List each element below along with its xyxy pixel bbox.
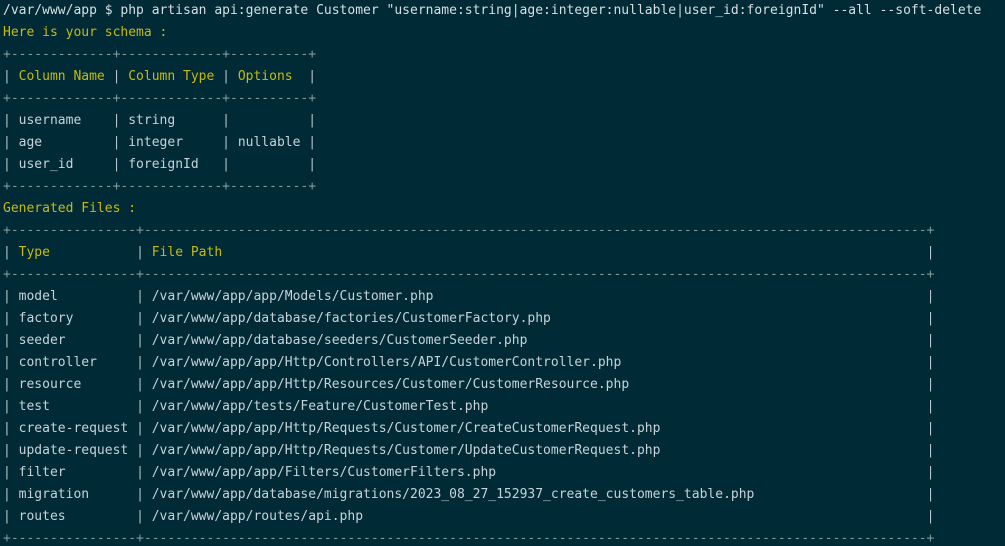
table-row: | user_id | foreignId | | <box>3 157 317 172</box>
table-cell: foreignId <box>128 157 223 172</box>
table-border: +-------------+-------------+----------+ <box>3 179 317 194</box>
table-header-cell: Column Type <box>128 69 223 84</box>
table-cell: username <box>18 113 113 128</box>
table-cell: /var/www/app/app/Http/Requests/Customer/… <box>151 421 927 436</box>
table-cell: user_id <box>18 157 113 172</box>
files-table: +----------------+----------------------… <box>3 220 1005 546</box>
table-header-cell: Type <box>18 245 137 260</box>
table-row: | routes | /var/www/app/routes/api.php | <box>3 509 935 524</box>
table-border: +----------------+----------------------… <box>3 267 935 282</box>
table-row: | create-request | /var/www/app/app/Http… <box>3 421 935 436</box>
schema-heading: Here is your schema : <box>3 25 168 40</box>
table-cell: factory <box>18 311 137 326</box>
table-cell: update-request <box>18 443 137 458</box>
table-row: | update-request | /var/www/app/app/Http… <box>3 443 935 458</box>
table-header-row: | Column Name | Column Type | Options | <box>3 69 317 84</box>
table-header-cell: Options <box>237 69 309 84</box>
table-cell: filter <box>18 465 137 480</box>
table-row: | controller | /var/www/app/app/Http/Con… <box>3 355 935 370</box>
table-border: +----------------+----------------------… <box>3 531 935 546</box>
table-cell: model <box>18 289 137 304</box>
table-header-cell: Column Name <box>18 69 113 84</box>
table-cell: /var/www/app/app/Models/Customer.php <box>151 289 927 304</box>
table-row: | seeder | /var/www/app/database/seeders… <box>3 333 935 348</box>
command-line: /var/www/app $ php artisan api:generate … <box>3 3 982 18</box>
table-row: | resource | /var/www/app/app/Http/Resou… <box>3 377 935 392</box>
table-cell: routes <box>18 509 137 524</box>
table-cell: create-request <box>18 421 137 436</box>
table-cell: integer <box>128 135 223 150</box>
table-row: | migration | /var/www/app/database/migr… <box>3 487 935 502</box>
table-cell: /var/www/app/app/Filters/CustomerFilters… <box>151 465 927 480</box>
table-header-row: | Type | File Path | <box>3 245 935 260</box>
table-cell: /var/www/app/app/Http/Resources/Customer… <box>151 377 927 392</box>
files-heading: Generated Files : <box>3 201 137 216</box>
table-border: +----------------+----------------------… <box>3 223 935 238</box>
table-cell: seeder <box>18 333 137 348</box>
table-cell: age <box>18 135 113 150</box>
table-cell: string <box>128 113 223 128</box>
table-cell: nullable <box>237 135 309 150</box>
table-cell: /var/www/app/database/seeders/CustomerSe… <box>151 333 927 348</box>
table-cell: /var/www/app/database/factories/Customer… <box>151 311 927 326</box>
table-cell: /var/www/app/app/Http/Controllers/API/Cu… <box>151 355 927 370</box>
terminal-window[interactable]: /var/www/app $ php artisan api:generate … <box>0 0 1005 546</box>
table-cell: /var/www/app/database/migrations/2023_08… <box>151 487 927 502</box>
table-cell <box>238 113 308 128</box>
table-row: | age | integer | nullable | <box>3 135 317 150</box>
table-border: +-------------+-------------+----------+ <box>3 91 317 106</box>
table-cell <box>238 157 308 172</box>
table-border: +-------------+-------------+----------+ <box>3 47 317 62</box>
table-row: | test | /var/www/app/tests/Feature/Cust… <box>3 399 935 414</box>
table-cell: test <box>18 399 137 414</box>
table-cell: /var/www/app/routes/api.php <box>151 509 927 524</box>
table-cell: resource <box>18 377 137 392</box>
table-row: | filter | /var/www/app/app/Filters/Cust… <box>3 465 935 480</box>
table-row: | factory | /var/www/app/database/factor… <box>3 311 935 326</box>
table-header-cell: File Path <box>151 245 927 260</box>
table-row: | model | /var/www/app/app/Models/Custom… <box>3 289 935 304</box>
table-cell: migration <box>18 487 137 502</box>
table-cell: /var/www/app/app/Http/Requests/Customer/… <box>151 443 927 458</box>
table-cell: /var/www/app/tests/Feature/CustomerTest.… <box>151 399 927 414</box>
table-cell: controller <box>18 355 137 370</box>
table-row: | username | string | | <box>3 113 317 128</box>
schema-table: +-------------+-------------+----------+… <box>3 44 1005 198</box>
